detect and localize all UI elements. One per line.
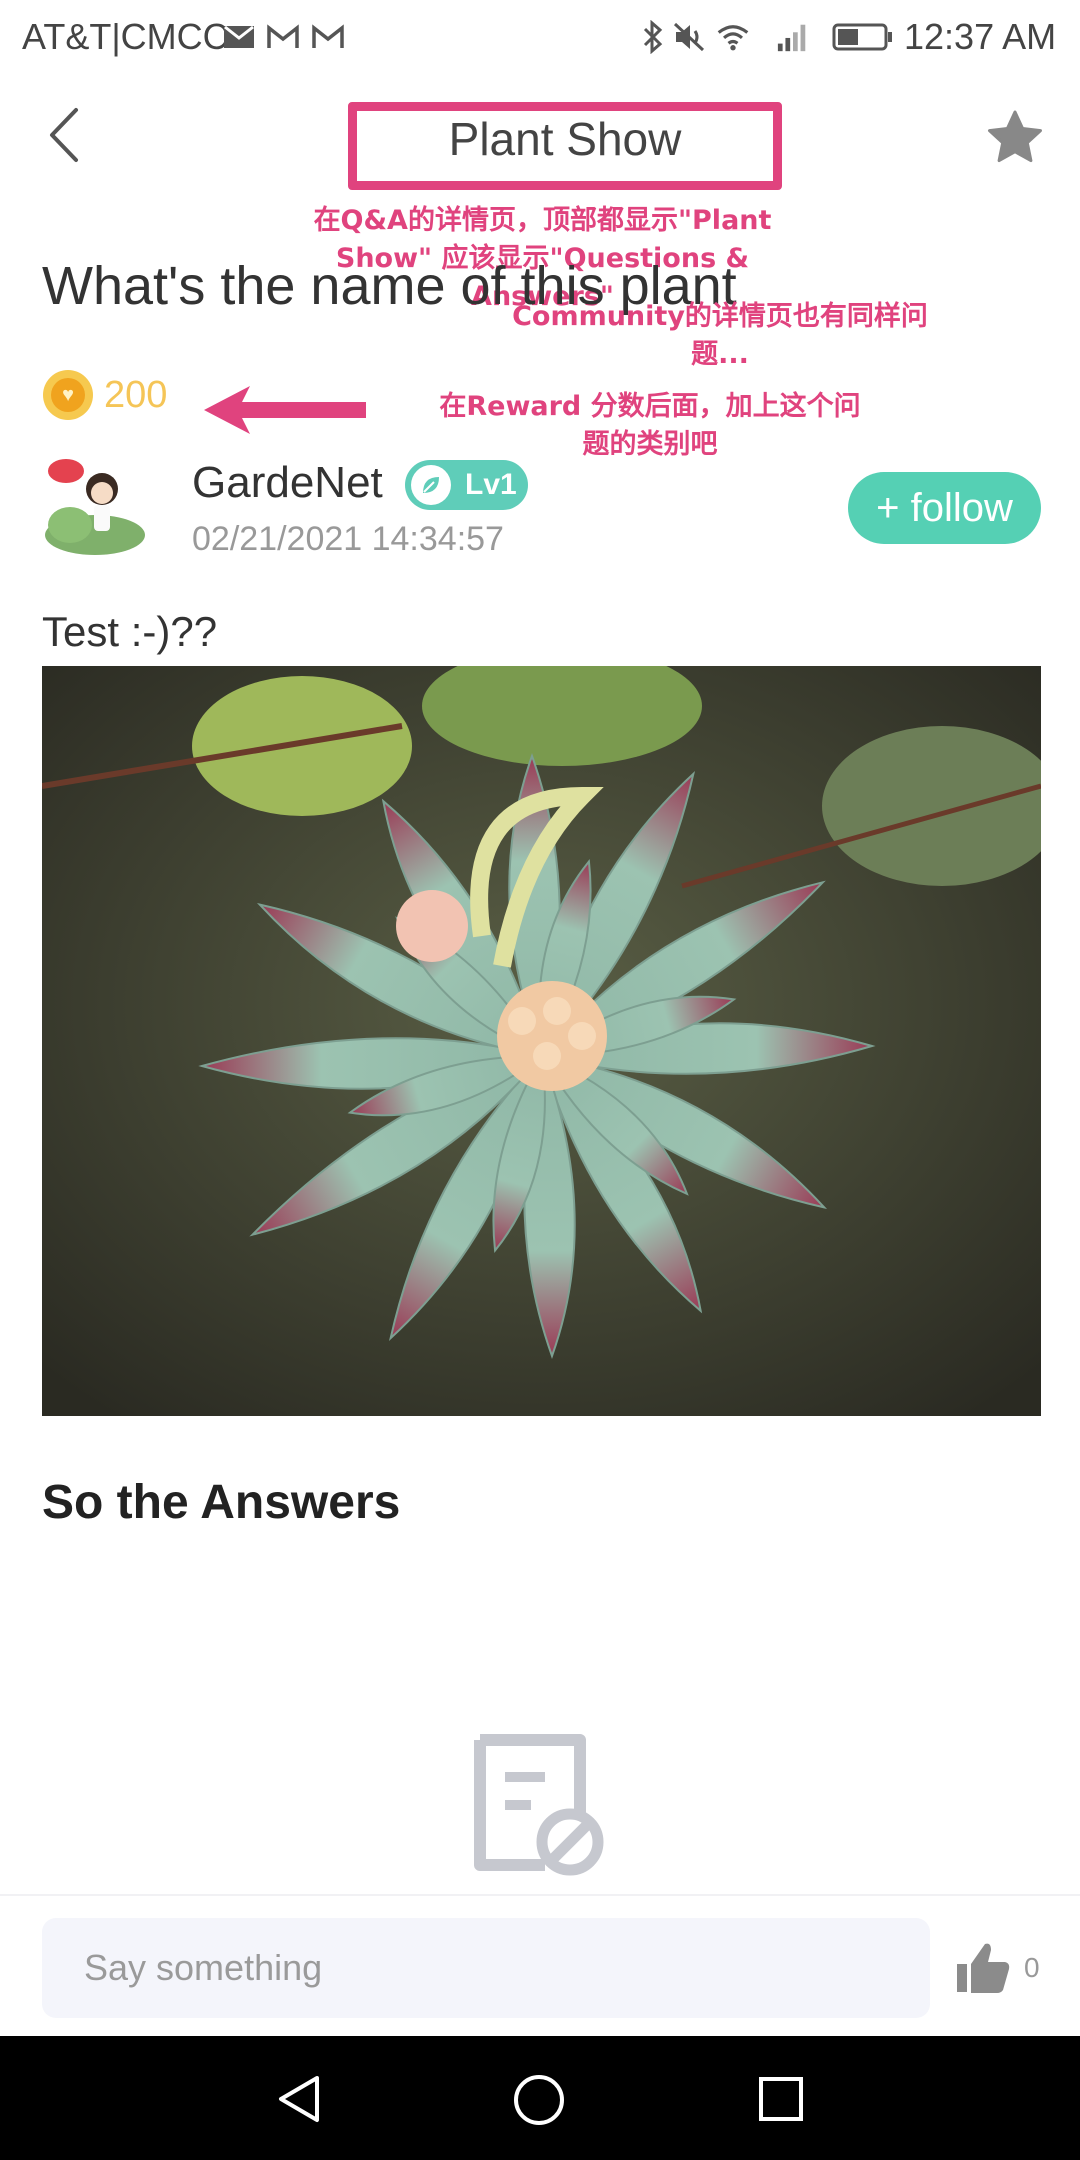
comment-input[interactable] [42, 1918, 930, 2018]
mail-icon [222, 22, 256, 52]
star-icon [988, 110, 1042, 163]
reward-points: 200 [104, 374, 168, 416]
level-badge: Lv1 [405, 460, 528, 510]
level-label: Lv1 [465, 468, 517, 501]
thumbs-up-icon [957, 1943, 1010, 1993]
gmail-icon [311, 22, 345, 52]
avatar[interactable] [40, 455, 150, 555]
post-date: 02/21/2021 14:34:57 [192, 520, 504, 558]
like-button[interactable] [955, 1940, 1011, 1996]
annotation-line: Community的详情页也有同样问 [512, 301, 928, 332]
divider [0, 1894, 1080, 1896]
annotation-note-reward: 在Reward 分数后面，加上这个问 题的类别吧 [400, 388, 900, 464]
status-bar: AT&T|CMCC 12:37 AM [0, 0, 1080, 75]
bluetooth-icon [636, 20, 670, 54]
answers-heading: So the Answers [42, 1476, 401, 1529]
battery-icon [830, 22, 896, 52]
annotation-note-community: Community的详情页也有同样问 题... [450, 298, 990, 374]
post-image[interactable] [42, 666, 1041, 1416]
signal-icon [776, 22, 810, 52]
leaf-icon [411, 465, 451, 505]
carrier-label: AT&T|CMCC [22, 16, 229, 57]
mute-icon [672, 22, 706, 52]
annotation-line: 题的类别吧 [582, 429, 718, 460]
author-name[interactable]: GardeNet [192, 458, 383, 508]
follow-button[interactable]: + follow [848, 472, 1041, 544]
like-count: 0 [1024, 1952, 1040, 1983]
clock: 12:37 AM [904, 16, 1057, 57]
annotation-arrow-icon [204, 386, 366, 434]
favorite-button[interactable] [985, 108, 1045, 168]
nav-recents-icon[interactable] [758, 2076, 804, 2122]
nav-home-icon[interactable] [513, 2074, 565, 2126]
nav-back-icon[interactable] [275, 2074, 325, 2124]
back-button[interactable] [40, 100, 90, 170]
post-text: Test :-)?? [42, 608, 218, 655]
wifi-icon [716, 22, 750, 52]
system-nav-bar [0, 2036, 1080, 2160]
gmail-icon [266, 22, 300, 52]
empty-document-icon [470, 1730, 610, 1880]
annotation-line: 在Q&A的详情页，顶部都显示"Plant [313, 205, 772, 236]
page-title: Plant Show [448, 113, 682, 165]
annotation-line: 题... [691, 339, 749, 370]
coin-icon: ♥ [43, 370, 93, 420]
annotation-line: 在Reward 分数后面，加上这个问 [439, 391, 861, 422]
chevron-left-icon [50, 108, 78, 162]
